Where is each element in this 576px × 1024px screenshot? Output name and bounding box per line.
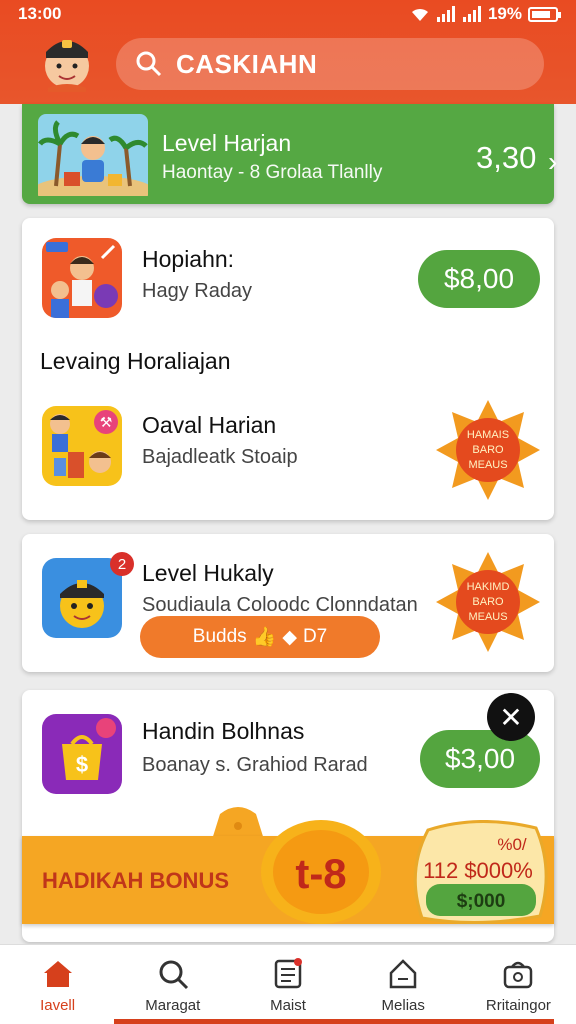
bonus-starburst-badge[interactable]: HAMAIS BARO MEAUS [436,398,540,502]
progress-button[interactable]: Budds 👍 ◆ D7 [140,616,380,658]
bag-icon [504,961,533,989]
house-outline-icon [389,959,417,989]
diamond-icon: ◆ [282,626,297,648]
nav-label: Iavell [40,997,76,1014]
banner-title: Level Harjan [162,130,292,156]
hopiahn-app-icon [42,238,122,318]
close-button[interactable]: ✕ [487,693,535,741]
tag-line-2: 112 $000% [423,858,533,883]
status-bar: 13:00 19% [18,4,561,24]
item-subtitle: Boanay s. Grahiod Rarad [142,754,368,776]
badge-line: BARO [472,596,504,608]
nav-label: Melias [381,997,425,1014]
status-time: 13:00 [18,4,62,23]
island-illustration [38,114,148,196]
reward-button[interactable]: $3,00 [420,730,540,788]
progress-value: D7 [302,626,328,647]
nav-item-search[interactable]: Maragat [115,945,230,1024]
search-icon [136,51,162,77]
item-subtitle: Bajadleatk Stoaip [142,446,298,468]
section-label: Levaing Horaliajan [40,348,231,374]
bonus-starburst-badge[interactable]: HAKIMD BARO MEAUS [436,550,540,654]
item-title: Handin Bolhnas [142,718,305,744]
battery-percent: 19% [487,4,522,23]
nav-item-bag[interactable]: Rritaingor [461,945,576,1024]
task-card-2: 2 Level Hukaly Soudiaula Coloodc Clonnda… [22,534,554,672]
avatar[interactable] [38,30,96,92]
svg-text:$: $ [76,752,88,777]
bonus-tag[interactable]: %0/ 112 $000% $;000 [408,820,550,924]
bonus-banner[interactable]: HADIKAH BONUS t-8 %0/ 112 $000% $;000 [22,820,554,924]
reward-button[interactable]: $8,00 [418,250,540,308]
svg-text:⚒: ⚒ [100,415,113,431]
item-subtitle: Hagy Raday [142,280,253,302]
app-header: 13:00 19% CASKIAHN [0,0,576,104]
thumbs-up-icon: 👍 [252,627,277,648]
task-card-1: Hopiahn: Hagy Raday $8,00 Levaing Horali… [22,218,554,520]
badge-line: HAMAIS [467,429,509,441]
coin-text: t-8 [295,850,346,897]
badge-line: MEAUS [468,459,507,471]
bonus-label: HADIKAH BONUS [42,868,229,893]
battery-icon [528,6,561,22]
coin-icon: t-8 [261,820,381,924]
oaval-app-icon: ⚒ [42,406,122,486]
nav-item-list[interactable]: Maist [230,945,345,1024]
progress-label: Budds [192,626,247,647]
hukaly-app-icon [42,558,122,638]
wifi-icon [411,8,428,21]
search-bar[interactable]: CASKIAHN [116,38,544,90]
nav-item-house[interactable]: Melias [346,945,461,1024]
item-title: Hopiahn: [142,246,235,272]
banner-amount: 3,30 [476,140,537,175]
signal-icon-2 [462,6,481,22]
banner-subtitle: Haontay - 8 Grolaa Tlanlly [162,162,383,183]
bottom-nav: Iavell Maragat Maist Melias Rritaingor [0,944,576,1024]
list-icon [274,958,302,989]
level-banner[interactable]: Level Harjan Haontay - 8 Grolaa Tlanlly … [22,104,558,204]
badge-line: HAKIMD [467,581,510,593]
nav-label: Maist [270,997,306,1014]
handin-app-icon: $ [42,714,122,794]
tag-line-1: %0/ [497,835,527,854]
nav-active-indicator [114,1019,554,1024]
nav-label: Maragat [145,997,201,1014]
item-subtitle: Soudiaula Coloodc Clonndatan [142,594,418,616]
notification-badge: 2 [110,552,134,576]
nav-item-home[interactable]: Iavell [0,945,115,1024]
home-icon [43,961,72,987]
item-title: Level Hukaly [142,560,274,586]
badge-line: BARO [472,444,504,456]
badge-line: MEAUS [468,611,507,623]
item-title: Oaval Harian [142,412,277,438]
tag-amount: $;000 [457,891,506,912]
search-text: CASKIAHN [176,48,318,79]
search-icon [159,960,188,990]
chevron-right-icon: › [548,146,558,177]
nav-label: Rritaingor [485,997,551,1014]
signal-icon [436,6,455,22]
